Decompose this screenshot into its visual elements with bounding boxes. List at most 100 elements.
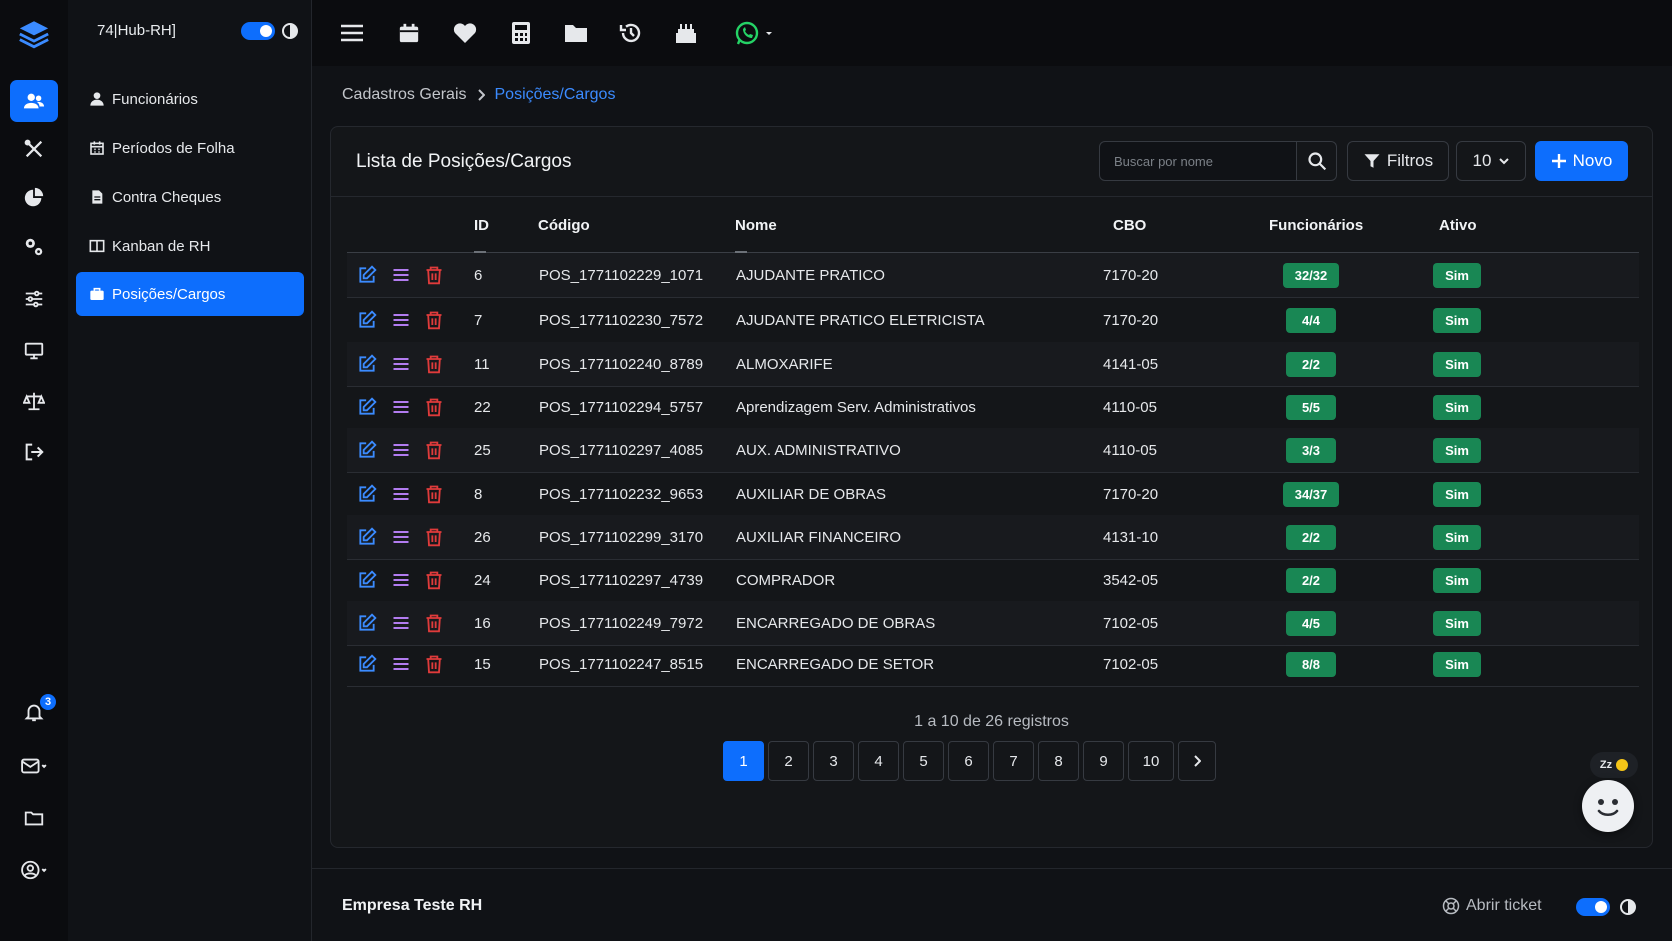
edit-icon[interactable] [357,265,377,285]
table-row: 26 POS_1771102299_3170 AUXILIAR FINANCEIRO… [347,515,1639,560]
page-button[interactable]: 5 [903,741,944,781]
file-icon [88,188,106,206]
page-button[interactable]: 3 [813,741,854,781]
page-button[interactable]: 1 [723,741,764,781]
list-icon[interactable] [391,354,411,374]
list-icon[interactable] [391,440,411,460]
page-button[interactable]: 7 [993,741,1034,781]
edit-icon[interactable] [357,310,377,330]
page-button[interactable]: 9 [1083,741,1124,781]
contrast-icon[interactable] [282,23,298,39]
menu-item-contra-cheques[interactable]: Contra Cheques [76,175,304,219]
trash-icon[interactable] [424,570,444,590]
page-button[interactable]: 10 [1128,741,1174,781]
whatsapp-icon[interactable] [735,20,775,46]
menu-item-label: Funcionários [112,90,198,108]
edit-icon[interactable] [357,484,377,504]
list-icon[interactable] [391,397,411,417]
list-icon[interactable] [391,265,411,285]
column-cbo[interactable]: CBO [1113,217,1146,234]
trash-icon[interactable] [424,397,444,417]
edit-icon[interactable] [357,527,377,547]
cell-nome: ALMOXARIFE [736,356,833,373]
birthday-cake-icon[interactable] [673,20,699,46]
page-size-select[interactable]: 10 [1456,141,1526,181]
sliders-icon[interactable] [10,278,58,320]
search-input[interactable] [1099,141,1297,181]
edit-icon[interactable] [357,654,377,674]
trash-icon[interactable] [424,310,444,330]
trash-icon[interactable] [424,484,444,504]
menu-item-funcionarios[interactable]: Funcionários [76,77,304,121]
list-icon[interactable] [391,613,411,633]
page-button[interactable]: 8 [1038,741,1079,781]
edit-icon[interactable] [357,397,377,417]
trash-icon[interactable] [424,265,444,285]
trash-icon[interactable] [424,440,444,460]
cell-codigo: POS_1771102240_8789 [539,356,704,373]
edit-icon[interactable] [357,570,377,590]
chatbot-avatar-button[interactable] [1582,780,1634,832]
menu-item-periodos[interactable]: Períodos de Folha [76,126,304,170]
heart-icon[interactable] [452,20,478,46]
breadcrumb-parent[interactable]: Cadastros Gerais [342,86,467,104]
breadcrumb-current[interactable]: Posições/Cargos [495,86,616,104]
monitor-icon[interactable] [10,330,58,372]
calculator-icon[interactable] [508,20,534,46]
page-button[interactable]: 6 [948,741,989,781]
folder-icon[interactable] [10,797,58,839]
edit-icon[interactable] [357,613,377,633]
contrast-icon[interactable] [1620,899,1636,915]
pie-chart-icon[interactable] [10,177,58,219]
footer-theme-toggle[interactable] [1576,898,1610,916]
edit-icon[interactable] [357,440,377,460]
list-icon[interactable] [391,310,411,330]
trash-icon[interactable] [424,613,444,633]
calendar-icon[interactable] [396,20,422,46]
layers-logo-icon[interactable] [17,17,51,51]
cell-codigo: POS_1771102230_7572 [539,312,704,329]
list-icon[interactable] [391,484,411,504]
chat-status-bubble: Zz [1590,752,1638,778]
cell-cbo: 4110-05 [1103,399,1157,416]
user-circle-icon[interactable] [10,849,58,891]
folder-icon[interactable] [563,20,589,46]
trash-icon[interactable] [424,527,444,547]
cell-codigo: POS_1771102297_4085 [539,442,704,459]
list-icon[interactable] [391,654,411,674]
trash-icon[interactable] [424,354,444,374]
hamburger-icon[interactable] [339,20,365,46]
chevron-right-icon [477,89,485,101]
sidebar-toggle[interactable] [241,22,275,40]
cell-codigo: POS_1771102294_5757 [539,399,704,416]
next-page-button[interactable] [1178,741,1216,781]
history-icon[interactable] [618,20,644,46]
list-icon[interactable] [391,527,411,547]
column-ativo[interactable]: Ativo [1439,217,1477,234]
column-codigo[interactable]: Código [538,217,590,234]
page-button[interactable]: 4 [858,741,899,781]
column-id[interactable]: ID [474,217,489,253]
column-nome[interactable]: Nome [735,217,777,253]
cell-id: 24 [474,572,491,589]
balance-scale-icon[interactable] [10,380,58,422]
list-icon[interactable] [391,570,411,590]
active-badge: Sim [1433,652,1481,677]
menu-item-posicoes-cargos[interactable]: Posições/Cargos [76,272,304,316]
edit-icon[interactable] [357,354,377,374]
logout-icon[interactable] [10,431,58,473]
open-ticket-link[interactable]: Abrir ticket [1442,897,1542,915]
rail-users-icon[interactable] [10,80,58,122]
employees-badge: 5/5 [1286,395,1336,420]
filters-button[interactable]: Filtros [1347,141,1449,181]
tools-icon[interactable] [10,128,58,170]
new-button[interactable]: Novo [1535,141,1628,181]
search-button[interactable] [1297,141,1337,181]
mail-icon[interactable] [10,745,58,787]
menu-item-kanban[interactable]: Kanban de RH [76,224,304,268]
column-funcionarios[interactable]: Funcionários [1269,217,1363,234]
cell-cbo: 3542-05 [1103,572,1159,589]
trash-icon[interactable] [424,654,444,674]
gears-icon[interactable] [10,226,58,268]
page-button[interactable]: 2 [768,741,809,781]
